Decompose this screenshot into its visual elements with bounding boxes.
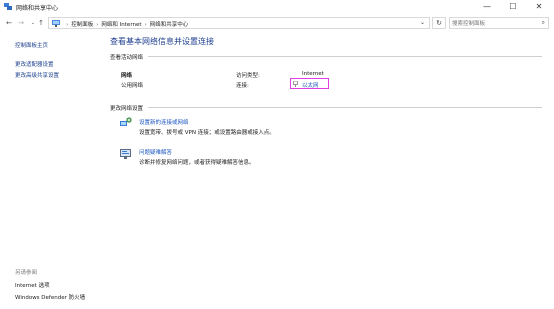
ethernet-connection-link[interactable]: 以太网 — [290, 78, 329, 89]
new-connection-icon — [120, 117, 132, 126]
breadcrumb-network-sharing-center[interactable]: 网络和共享中心 — [150, 22, 189, 28]
windows-defender-firewall-link[interactable]: Windows Defender 防火墙 — [15, 293, 85, 301]
up-arrow-icon[interactable]: ↑ — [36, 18, 46, 28]
address-dropdown-chevron-icon[interactable]: ⌄ — [420, 19, 425, 26]
control-panel-home-link[interactable]: 控制面板主页 — [15, 41, 48, 49]
active-networks-heading: 查看活动网络 — [110, 55, 144, 61]
ethernet-icon — [293, 81, 298, 87]
section-divider — [148, 107, 542, 108]
maximize-button[interactable]: ☐ — [500, 0, 526, 14]
title-bar: 网络和共享中心 — ☐ ✕ — [0, 0, 554, 14]
section-divider — [148, 56, 542, 57]
breadcrumb-control-panel[interactable]: 控制面板 — [71, 22, 93, 28]
access-type-value: Internet — [302, 71, 324, 77]
internet-options-link[interactable]: Internet 选项 — [15, 281, 50, 289]
search-input[interactable] — [452, 19, 536, 28]
ethernet-connection-label[interactable]: 以太网 — [302, 81, 319, 89]
breadcrumb-separator: › — [96, 22, 99, 28]
page-title: 查看基本网络信息并设置连接 — [110, 37, 214, 46]
back-arrow-icon[interactable]: ← — [4, 18, 14, 28]
setup-new-connection-description: 设置宽带、拨号或 VPN 连接；或设置路由器或接入点。 — [139, 130, 275, 136]
troubleshoot-problems-description: 诊断并修复网络问题，或者获得疑难解答信息。 — [139, 160, 255, 166]
address-bar[interactable]: › 控制面板 › 网络和 Internet › 网络和共享中心 ⌄ — [48, 17, 430, 29]
search-icon[interactable]: ⌕ — [542, 19, 545, 27]
change-adapter-settings-link[interactable]: 更改适配器设置 — [15, 60, 54, 68]
access-type-label: 访问类型: — [236, 73, 260, 79]
window-title: 网络和共享中心 — [16, 5, 59, 12]
navigation-bar: ← → ⌄ ↑ ›控制面板›网络和 Internet›网络和共享中心 ⌄ ↻ ⌕ — [0, 14, 554, 32]
network-name: 网络 — [121, 73, 133, 79]
troubleshoot-icon — [120, 149, 131, 159]
setup-new-connection-link[interactable]: 设置新的连接或网络 — [139, 118, 189, 126]
breadcrumb-separator: › — [144, 22, 147, 28]
breadcrumb-separator: › — [66, 22, 69, 28]
see-also-heading: 另请参阅 — [15, 270, 38, 276]
change-advanced-sharing-link[interactable]: 更改高级共享设置 — [15, 71, 59, 79]
refresh-icon[interactable]: ↻ — [432, 17, 446, 29]
breadcrumb: › 控制面板 › 网络和 Internet › 网络和共享中心 — [63, 20, 188, 28]
troubleshoot-problems-link[interactable]: 问题疑难解答 — [139, 148, 172, 156]
control-panel-icon — [52, 20, 60, 27]
minimize-button[interactable]: — — [474, 0, 500, 14]
network-type: 公用网络 — [121, 83, 144, 89]
breadcrumb-network-internet[interactable]: 网络和 Internet — [101, 22, 141, 28]
connections-label: 连接: — [236, 83, 249, 89]
search-box[interactable]: ⌕ — [449, 17, 549, 29]
close-button[interactable]: ✕ — [526, 0, 552, 14]
change-network-settings-heading: 更改网络设置 — [110, 106, 144, 112]
forward-arrow-icon[interactable]: → — [16, 18, 26, 28]
network-center-icon — [4, 3, 12, 10]
